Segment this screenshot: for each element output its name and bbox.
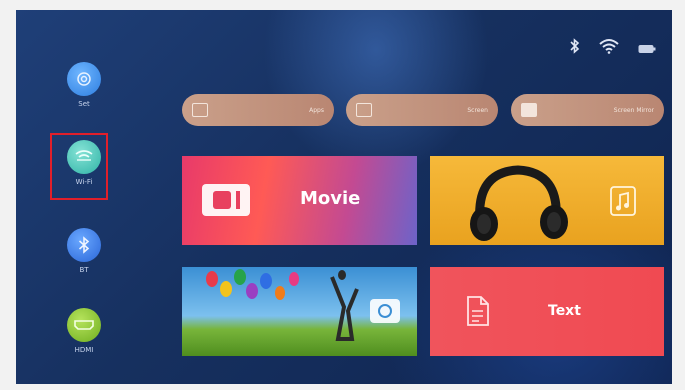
text-tile[interactable]: Text xyxy=(430,267,664,356)
document-icon xyxy=(467,296,489,326)
movie-tile[interactable]: Movie xyxy=(182,156,417,245)
mirror-icon xyxy=(521,103,537,117)
photo-tile[interactable] xyxy=(182,267,417,356)
text-label: Text xyxy=(548,303,581,319)
sidebar-item-label: HDMI xyxy=(74,346,94,354)
launcher-screen: Set Wi-Fi BT HDMI Apps Screen Screen Mir… xyxy=(16,10,672,384)
sidebar-item-bt[interactable]: BT xyxy=(56,228,112,274)
shortcut-label: Screen Mirror xyxy=(613,106,654,114)
calendar-icon xyxy=(192,103,208,117)
shortcut-screen-button[interactable]: Screen xyxy=(346,94,498,126)
shortcut-label: Apps xyxy=(309,106,324,114)
music-tile[interactable] xyxy=(430,156,664,245)
selection-highlight xyxy=(50,133,108,200)
wifi-signal-icon xyxy=(598,38,620,58)
sidebar-item-label: BT xyxy=(79,266,89,274)
hdmi-icon xyxy=(67,308,101,342)
shortcut-apps-button[interactable]: Apps xyxy=(182,94,334,126)
window-icon xyxy=(356,103,372,117)
sidebar-item-hdmi[interactable]: HDMI xyxy=(56,308,112,354)
sidebar-item-set[interactable]: Set xyxy=(56,62,112,108)
settings-icon xyxy=(67,62,101,96)
headphones-icon xyxy=(470,165,568,241)
music-note-icon xyxy=(610,186,636,216)
status-bar xyxy=(570,38,656,58)
shortcut-label: Screen xyxy=(467,106,488,114)
movie-icon xyxy=(202,184,250,216)
battery-icon xyxy=(638,39,656,58)
shortcut-mirror-button[interactable]: Screen Mirror xyxy=(511,94,664,126)
movie-label: Movie xyxy=(300,188,361,209)
camera-icon xyxy=(370,299,400,323)
sidebar-item-label: Set xyxy=(78,100,90,108)
bluetooth-icon xyxy=(67,228,101,262)
bluetooth-icon xyxy=(570,38,580,58)
